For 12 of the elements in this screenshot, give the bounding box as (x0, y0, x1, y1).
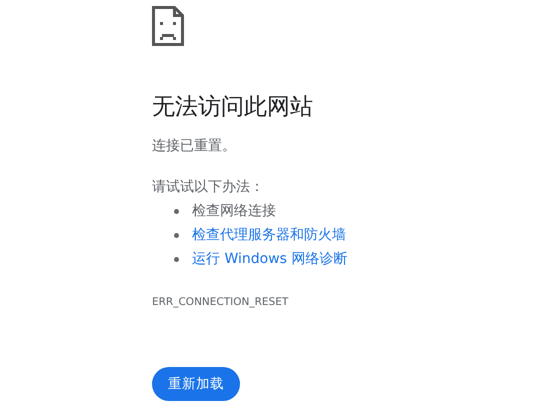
error-code: ERR_CONNECTION_RESET (152, 294, 290, 310)
suggestion-text: 检查网络连接 (192, 202, 276, 222)
bullet-icon (174, 209, 179, 214)
sad-page-icon (152, 6, 184, 46)
error-message: 连接已重置。 (152, 136, 237, 156)
reload-button[interactable]: 重新加载 (152, 366, 240, 401)
suggestion-link[interactable]: 检查代理服务器和防火墙 (192, 225, 346, 246)
error-title: 无法访问此网站 (152, 93, 314, 122)
bullet-icon (174, 257, 179, 262)
suggestion-link[interactable]: 运行 Windows 网络诊断 (192, 249, 348, 270)
bullet-icon (174, 233, 179, 238)
suggestions-heading: 请试试以下办法： (152, 178, 265, 197)
